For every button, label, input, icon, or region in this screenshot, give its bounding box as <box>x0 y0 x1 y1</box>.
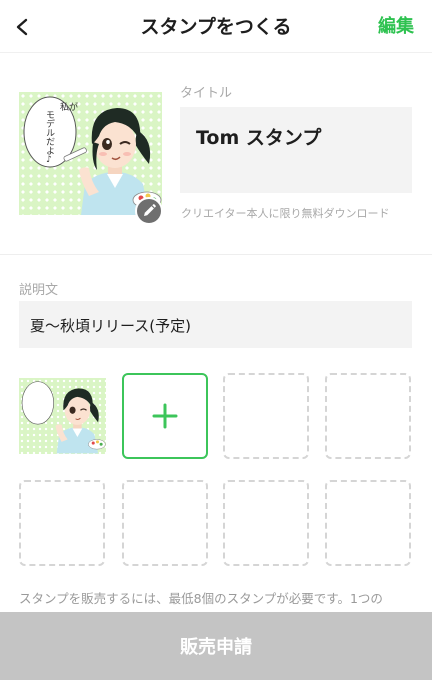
speech-bubble-line2: モデルだよ♪ <box>44 110 55 165</box>
description-field[interactable]: 夏～秋頃リリース(予定) <box>19 301 412 348</box>
sticker-thumbnail[interactable] <box>19 378 106 454</box>
speech-bubble-line1: 私が <box>60 101 78 113</box>
title-label: タイトル <box>180 86 233 101</box>
create-sticker-screen: スタンプをつくる 編集 私が モデルだよ♪ タイトル Tom スタンプ クリエイ… <box>0 0 432 680</box>
add-sticker-button[interactable] <box>122 373 208 459</box>
title-field[interactable]: Tom スタンプ <box>180 107 412 193</box>
character-thumbnail-illustration <box>21 381 106 454</box>
cover-edit-button[interactable] <box>135 197 163 225</box>
edit-button[interactable]: 編集 <box>378 12 414 38</box>
description-value: 夏～秋頃リリース(予定) <box>30 317 191 335</box>
section-divider <box>0 254 432 255</box>
empty-sticker-slot[interactable] <box>325 480 411 566</box>
app-header: スタンプをつくる 編集 <box>0 0 432 52</box>
sale-request-button[interactable]: 販売申請 <box>0 612 432 680</box>
empty-sticker-slot[interactable] <box>19 480 105 566</box>
header-divider <box>0 52 432 53</box>
title-value: Tom スタンプ <box>196 127 322 149</box>
pencil-icon <box>144 204 156 216</box>
description-label: 説明文 <box>19 283 59 298</box>
plus-icon <box>152 403 178 429</box>
character-illustration: 私が モデルだよ♪ <box>23 96 162 215</box>
empty-sticker-slot[interactable] <box>325 373 411 459</box>
minimum-stickers-notice: スタンプを販売するには、最低8個のスタンプが必要です。1つの <box>19 591 383 606</box>
page-title: スタンプをつくる <box>140 16 292 38</box>
empty-sticker-slot[interactable] <box>223 480 309 566</box>
empty-sticker-slot[interactable] <box>122 480 208 566</box>
free-download-note: クリエイター本人に限り無料ダウンロード <box>181 207 390 220</box>
cover-image[interactable]: 私が モデルだよ♪ <box>19 92 162 215</box>
empty-sticker-slot[interactable] <box>223 373 309 459</box>
